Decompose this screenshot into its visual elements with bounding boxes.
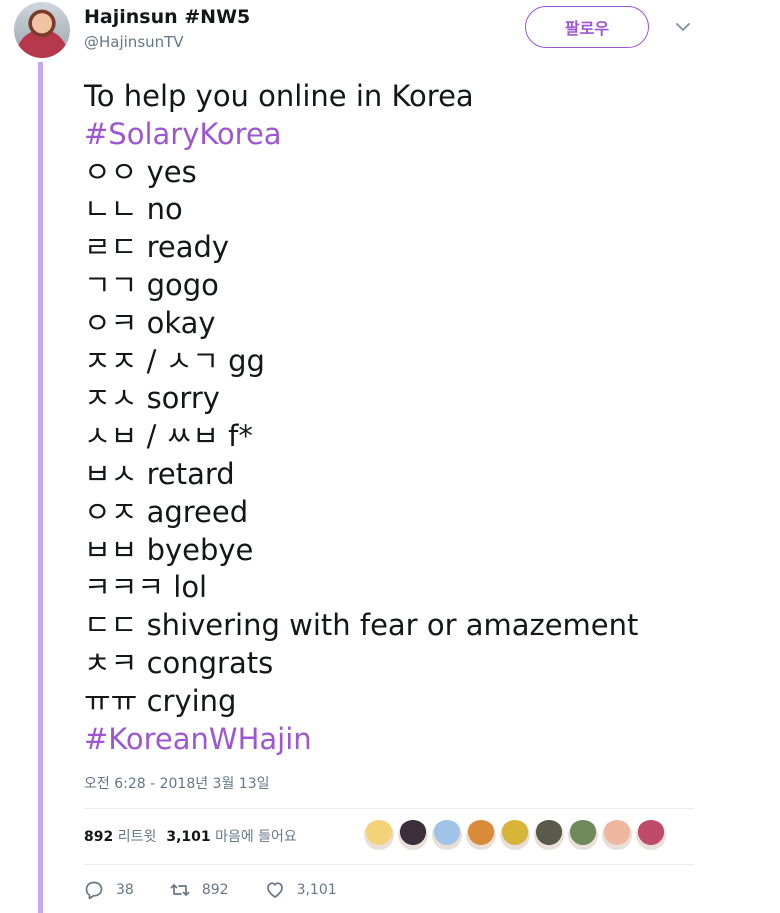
tweet-line: ㅇㅈ agreed	[84, 494, 249, 529]
retweets-count: 892	[84, 829, 114, 845]
tweet-line: ㄷㄷ shivering with fear or amazement	[84, 608, 639, 643]
avatar[interactable]	[14, 2, 70, 58]
tweet-line: ㅂㅂ byebye	[84, 532, 254, 567]
tweet-line: ㅈㅈ / ㅅㄱ gg	[84, 343, 265, 378]
liker-avatar[interactable]	[568, 820, 598, 850]
stats-divider-top	[84, 808, 694, 809]
tweet-actions: 38 892 3,101	[84, 880, 373, 900]
tweet-line: ㄴㄴ no	[84, 192, 183, 227]
tweet-text: To help you online in Korea #SolaryKorea ㅇ…	[84, 78, 724, 758]
stats-divider-bottom	[84, 864, 694, 865]
heart-icon	[266, 882, 283, 898]
tweet-line: To help you online in Korea	[84, 79, 474, 113]
likes-count: 3,101	[166, 829, 211, 845]
tweet-line: ㄹㄷ ready	[84, 230, 230, 265]
retweet-icon	[170, 884, 190, 896]
tweet-line: ㅊㅋ congrats	[84, 645, 274, 680]
hashtag-link[interactable]: #SolaryKorea	[84, 116, 724, 154]
liker-avatar[interactable]	[398, 820, 428, 850]
tweet-timestamp[interactable]: 오전 6:28 - 2018년 3월 13일	[84, 773, 270, 793]
tweet-line: ㄱㄱ gogo	[84, 267, 219, 302]
engagement-stats: 892 리트윗 3,101 마음에 들어요	[84, 826, 297, 846]
author-handle[interactable]: @HajinsunTV	[84, 33, 184, 51]
retweets-stat[interactable]: 892 리트윗	[84, 826, 156, 846]
retweet-action[interactable]: 892	[170, 880, 229, 900]
liker-avatars	[364, 820, 666, 850]
chevron-down-icon[interactable]	[674, 20, 692, 34]
tweet-line: ㅇㅇ yes	[84, 154, 197, 189]
retweet-count: 892	[201, 882, 229, 898]
tweet-line: ㅠㅠ crying	[84, 683, 237, 718]
likes-stat[interactable]: 3,101 마음에 들어요	[166, 826, 296, 846]
tweet-line: ㅋㅋㅋ lol	[84, 570, 208, 605]
liker-avatar[interactable]	[534, 820, 564, 850]
author-display-name[interactable]: Hajinsun #NW5	[84, 6, 250, 28]
reply-action[interactable]: 38	[84, 880, 134, 900]
like-count: 3,101	[296, 882, 337, 898]
liker-avatar[interactable]	[602, 820, 632, 850]
like-action[interactable]: 3,101	[265, 880, 337, 900]
thread-connector-line	[38, 62, 43, 913]
follow-button[interactable]: 팔로우	[525, 6, 649, 48]
tweet-line: ㅈㅅ sorry	[84, 381, 220, 416]
reply-count: 38	[116, 882, 134, 898]
retweets-label: 리트윗	[117, 829, 157, 845]
liker-avatar[interactable]	[432, 820, 462, 850]
liker-avatar[interactable]	[500, 820, 530, 850]
tweet-line: ㅂㅅ retard	[84, 456, 235, 491]
liker-avatar[interactable]	[466, 820, 496, 850]
tweet-line: ㅅㅂ / ㅆㅂ f*	[84, 419, 253, 454]
hashtag-link[interactable]: #KoreanWHajin	[84, 721, 724, 759]
likes-label: 마음에 들어요	[215, 829, 297, 845]
liker-avatar[interactable]	[364, 820, 394, 850]
liker-avatar[interactable]	[636, 820, 666, 850]
tweet-line: ㅇㅋ okay	[84, 305, 216, 340]
reply-icon	[85, 881, 103, 900]
